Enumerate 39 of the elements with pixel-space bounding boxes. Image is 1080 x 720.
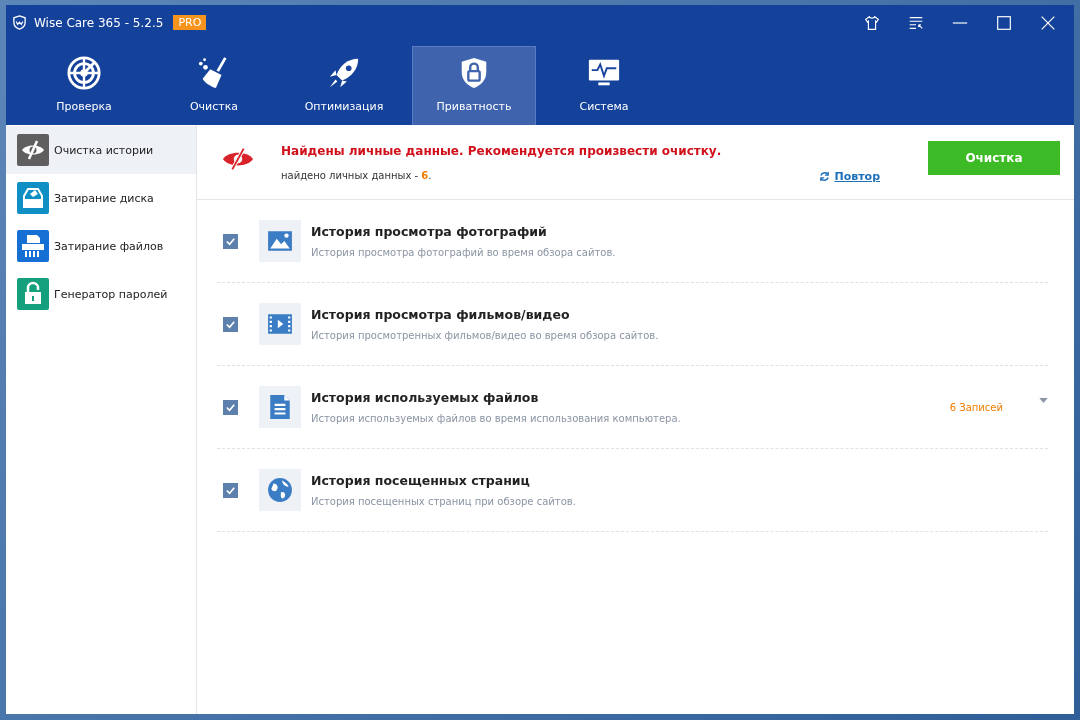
item-title: История просмотра фотографий: [311, 224, 548, 239]
globe-icon: [259, 469, 301, 511]
checkbox[interactable]: [223, 482, 238, 498]
rocket-icon: [327, 56, 361, 90]
nav-tab[interactable]: Проверка: [22, 46, 146, 125]
checkbox[interactable]: [223, 233, 238, 249]
tshirt-icon[interactable]: [863, 13, 881, 32]
sidebar-item[interactable]: Генератор паролей: [6, 270, 196, 318]
pro-badge: PRO: [173, 15, 207, 30]
item-description: История используемых файлов во время использования компьютера.: [311, 413, 682, 424]
item-title: История используемых файлов: [311, 390, 540, 405]
sidebar-item[interactable]: Затирание диска: [6, 174, 196, 222]
nav-tab[interactable]: Очистка: [152, 46, 276, 125]
maximize-icon[interactable]: [995, 13, 1013, 32]
window-title: Wise Care 365 - 5.2.5: [34, 15, 164, 30]
warning-headline: Найдены личные данные. Рекомендуется произвести очистку.: [281, 143, 723, 158]
sidebar-item[interactable]: Очистка истории: [6, 126, 196, 174]
retry-link[interactable]: Повтор: [819, 170, 880, 183]
records-count: 6 Записей: [949, 401, 1003, 413]
film-icon: [259, 303, 301, 345]
refresh-icon: [819, 171, 831, 182]
eye-slash-icon: [221, 147, 255, 171]
item-title: История посещенных страниц: [311, 473, 531, 488]
picture-icon: [259, 220, 301, 262]
checkbox[interactable]: [223, 399, 238, 415]
item-description: История просмотра фотографий во время обзора сайтов.: [311, 247, 617, 258]
nav-tab[interactable]: Система: [542, 46, 666, 125]
shield-logo-icon: [12, 15, 27, 30]
radar-icon: [67, 56, 101, 90]
checkbox[interactable]: [223, 316, 238, 332]
item-description: История посещенных страниц при обзоре сайтов.: [311, 496, 577, 507]
nav-tab[interactable]: Оптимизация: [282, 46, 406, 125]
item-description: История просмотренных фильмов/видео во время обзора сайтов.: [311, 330, 660, 341]
found-count-text: найдено личных данных - 6.: [281, 169, 433, 181]
document-icon: [259, 386, 301, 428]
nav-tab[interactable]: Приватность: [412, 46, 536, 125]
caret-icon[interactable]: [1039, 398, 1048, 403]
item-title: История просмотра фильмов/видео: [311, 307, 571, 322]
sidebar-item[interactable]: Затирание файлов: [6, 222, 196, 270]
